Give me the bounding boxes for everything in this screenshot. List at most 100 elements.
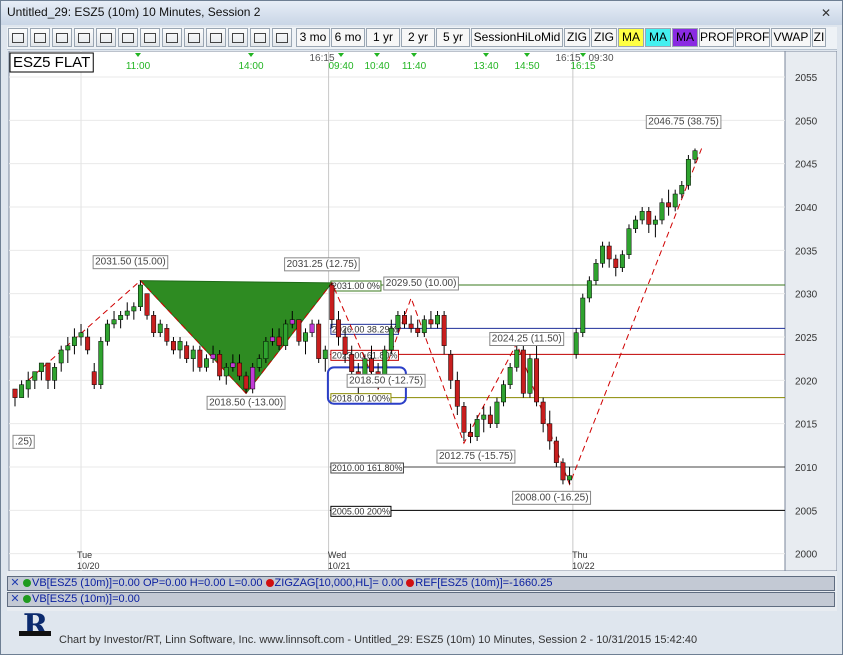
toolbar-button-zig[interactable]: ZIG bbox=[591, 28, 617, 47]
price-annotation: 2018.50 (-12.75) bbox=[349, 375, 423, 386]
toolbar-button-vwap[interactable]: VWAP bbox=[771, 28, 811, 47]
titlebar-icon[interactable] bbox=[228, 28, 248, 47]
candle-body bbox=[58, 349, 64, 364]
candle-body bbox=[237, 362, 242, 377]
candle-body bbox=[52, 367, 58, 381]
candle-body bbox=[395, 315, 401, 329]
close-icon[interactable]: ✕ bbox=[818, 6, 834, 20]
candle-body bbox=[553, 440, 559, 463]
candle-body bbox=[593, 263, 599, 281]
toolbar-button-ma[interactable]: MA bbox=[672, 28, 698, 47]
candle-body bbox=[217, 354, 223, 377]
day-label: Thu bbox=[572, 550, 588, 560]
y-tick-label: 2045 bbox=[795, 160, 818, 171]
grid-icon[interactable] bbox=[184, 28, 204, 47]
wave-icon[interactable] bbox=[206, 28, 226, 47]
candle-body bbox=[118, 315, 124, 320]
candle-body bbox=[435, 315, 440, 325]
candle-body bbox=[540, 401, 546, 424]
toolbar-button-ma[interactable]: MA bbox=[618, 28, 644, 47]
candle-body bbox=[507, 367, 513, 385]
candle-body bbox=[12, 388, 18, 398]
candle-body bbox=[652, 219, 658, 225]
candle-body bbox=[38, 362, 44, 372]
indicator-readout[interactable]: REF[ESZ5 (10m)]=-1660.25 bbox=[415, 577, 552, 589]
toolbar-button-2-yr[interactable]: 2 yr bbox=[401, 28, 435, 47]
date-label: 10/21 bbox=[328, 561, 351, 571]
candle-body bbox=[534, 358, 540, 403]
chart-area[interactable]: 2000 2005 2010 2015 2020 2025 2030 2035 2040 2045… bbox=[7, 50, 838, 629]
toolbar-button-1-yr[interactable]: 1 yr bbox=[366, 28, 400, 47]
gear-icon[interactable] bbox=[8, 28, 28, 47]
candle-body bbox=[197, 349, 203, 368]
zoom-icon[interactable] bbox=[96, 28, 116, 47]
candle-body bbox=[131, 306, 137, 312]
crosshair-icon[interactable] bbox=[74, 28, 94, 47]
candle-body bbox=[646, 211, 652, 225]
window-title: Untitled_29: ESZ5 (10m) 10 Minutes, Sess… bbox=[7, 5, 261, 19]
candle-body bbox=[666, 202, 672, 208]
toolbar-button-zig[interactable]: ZIG bbox=[564, 28, 590, 47]
fib-level-label: 2026.00 38.29% bbox=[332, 324, 398, 334]
toolbar-button-3-mo[interactable]: 3 mo bbox=[296, 28, 330, 47]
top-time-label: 11:40 bbox=[402, 61, 427, 72]
candle-body bbox=[25, 380, 31, 390]
candle-body bbox=[65, 345, 71, 351]
indicator-readout[interactable]: VB[ESZ5 (10m)]=0.00 bbox=[32, 593, 140, 605]
toolbar-button-prof[interactable]: PROF bbox=[699, 28, 734, 47]
price-annotation: 2018.50 (-13.00) bbox=[209, 397, 283, 408]
date-label: 10/22 bbox=[572, 561, 595, 571]
indicator-readout[interactable]: ZIGZAG[10,000,HL]= 0.00 bbox=[275, 577, 404, 589]
y-tick-label: 2040 bbox=[795, 203, 818, 214]
toolbar-button-ma[interactable]: MA bbox=[645, 28, 671, 47]
price-chart[interactable]: 2000 2005 2010 2015 2020 2025 2030 2035 2040 2045… bbox=[7, 50, 838, 629]
candle-body bbox=[270, 336, 275, 342]
fib-level-label: 2005.00 200% bbox=[332, 506, 390, 516]
candle-body bbox=[514, 349, 520, 368]
toolbar-button-6-mo[interactable]: 6 mo bbox=[331, 28, 365, 47]
bell-icon[interactable] bbox=[162, 28, 182, 47]
candle-body bbox=[633, 219, 639, 229]
y-tick-label: 2050 bbox=[795, 116, 818, 127]
candle-body bbox=[421, 319, 427, 333]
y-tick-label: 2000 bbox=[795, 550, 818, 561]
candle-body bbox=[428, 319, 434, 325]
toolbar-button-sessionhilomid[interactable]: SessionHiLoMid bbox=[471, 28, 563, 47]
indicator-dot-icon bbox=[23, 595, 31, 603]
candle-body bbox=[223, 367, 229, 377]
candle-body bbox=[461, 406, 467, 433]
candle-body bbox=[369, 358, 374, 372]
top-time-label: 13:40 bbox=[473, 61, 498, 72]
toolbar-button-5-yr[interactable]: 5 yr bbox=[436, 28, 470, 47]
y-tick-label: 2030 bbox=[795, 290, 818, 301]
chart-line-icon[interactable] bbox=[272, 28, 292, 47]
top-time-label: 16:15 bbox=[570, 61, 595, 72]
y-tick-label: 2025 bbox=[795, 333, 818, 344]
close-icon[interactable]: ✕ bbox=[10, 577, 20, 590]
application-window: Untitled_29: ESZ5 (10m) 10 Minutes, Sess… bbox=[0, 0, 843, 655]
up-arrow-icon[interactable] bbox=[52, 28, 72, 47]
price-annotation: 2031.25 (12.75) bbox=[287, 259, 358, 270]
price-annotation: 2008.00 (-16.25) bbox=[515, 492, 589, 503]
toolbar: 3 mo 6 mo 1 yr 2 yr 5 yr SessionHiLoMid ZIG ZIG… bbox=[7, 27, 837, 50]
candle-body bbox=[349, 354, 355, 372]
chart-icon[interactable] bbox=[140, 28, 160, 47]
date-label: 10/20 bbox=[77, 561, 100, 571]
candle-body bbox=[144, 293, 150, 316]
candle-body bbox=[85, 336, 91, 351]
candle-body bbox=[573, 332, 579, 355]
top-time-label: 11:00 bbox=[126, 61, 151, 72]
candle-body bbox=[157, 323, 163, 333]
title-bar[interactable]: Untitled_29: ESZ5 (10m) 10 Minutes, Sess… bbox=[1, 1, 842, 25]
candle-body bbox=[322, 349, 328, 359]
y-tick-label: 2010 bbox=[795, 463, 818, 474]
line-icon[interactable] bbox=[250, 28, 270, 47]
settings-icon[interactable] bbox=[118, 28, 138, 47]
candle-body bbox=[151, 315, 157, 333]
toolbar-button-prof[interactable]: PROF bbox=[735, 28, 770, 47]
close-icon[interactable]: ✕ bbox=[10, 593, 20, 606]
indicator-readout[interactable]: VB[ESZ5 (10m)]=0.00 OP=0.00 H=0.00 L=0.0… bbox=[32, 577, 263, 589]
toolbar-button-zi[interactable]: ZI bbox=[812, 28, 826, 47]
xyz-icon[interactable] bbox=[30, 28, 50, 47]
candle-body bbox=[580, 297, 586, 333]
